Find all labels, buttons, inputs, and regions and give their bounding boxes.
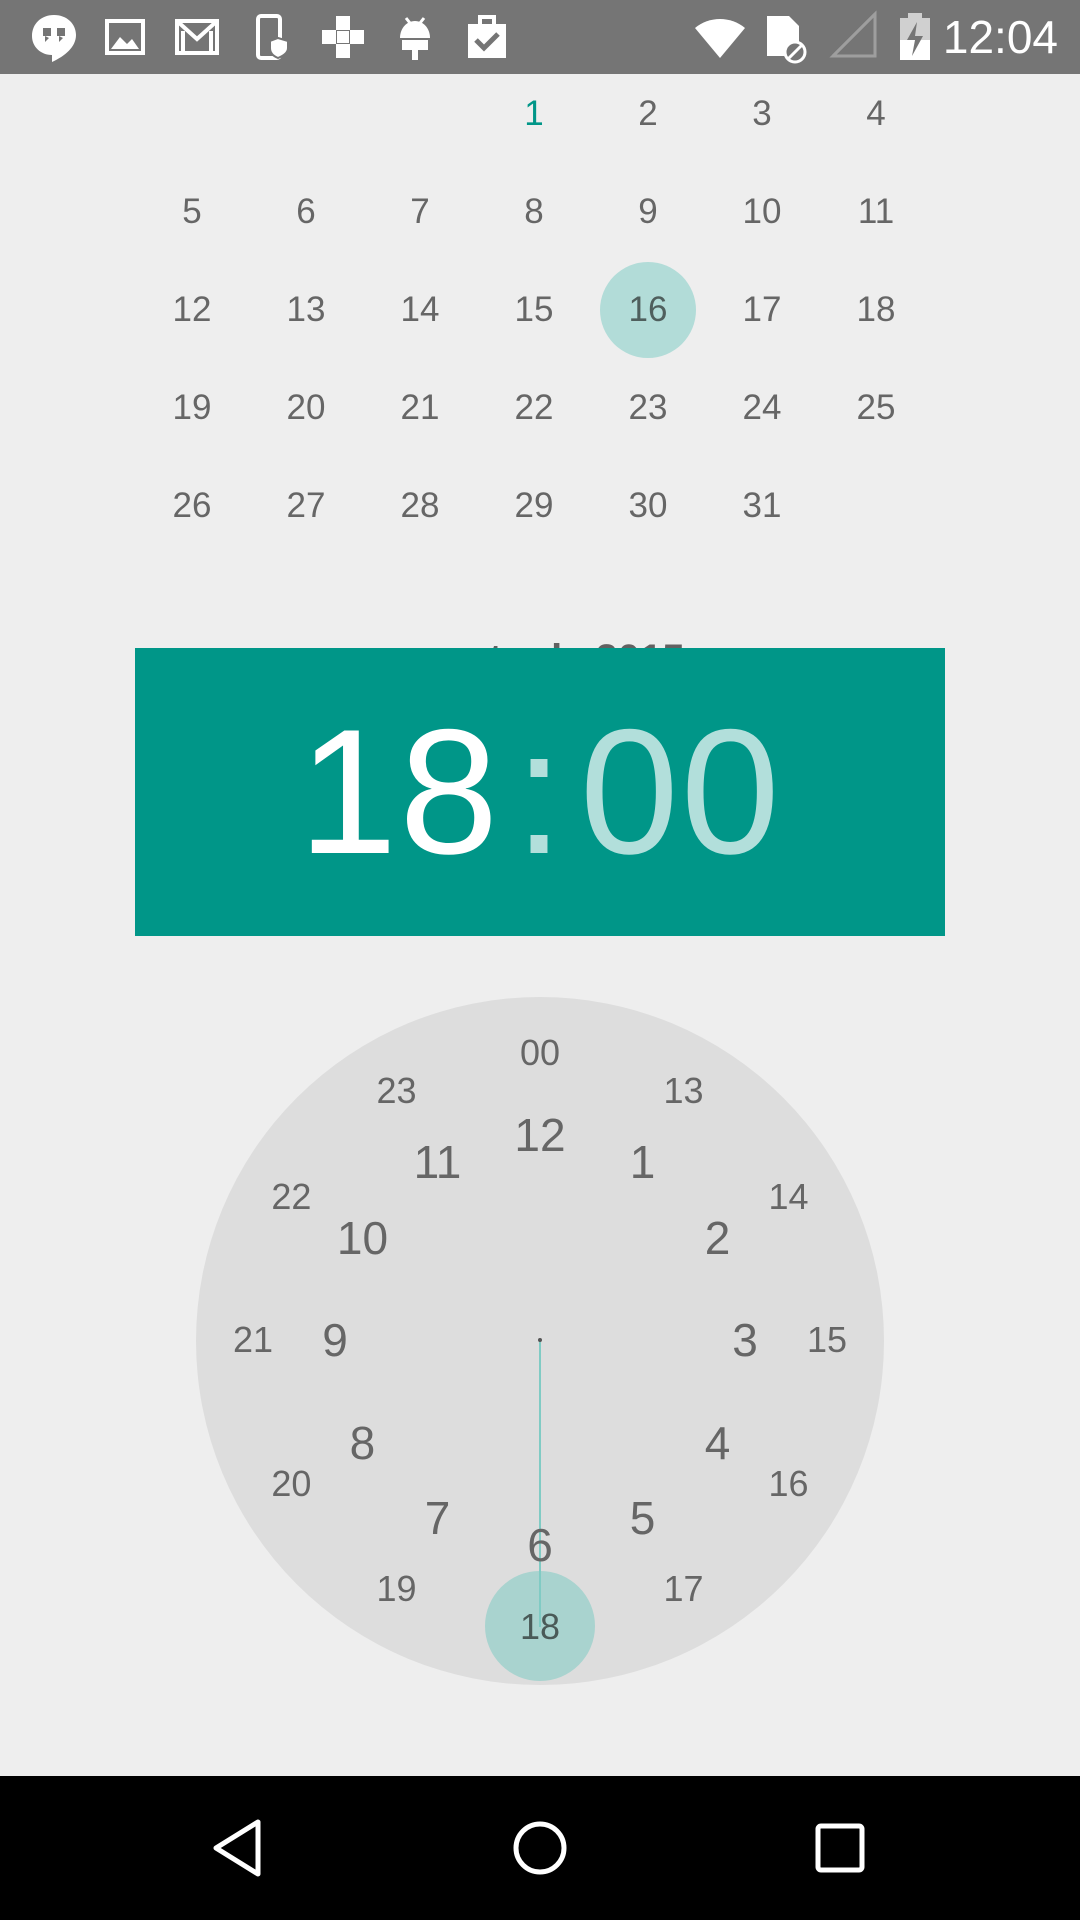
clock-hour-23[interactable]: 23 (352, 1061, 442, 1121)
calendar-day-23[interactable]: 23 (600, 360, 696, 456)
calendar-day-11[interactable]: 11 (828, 164, 924, 260)
calendar-day-18[interactable]: 18 (828, 262, 924, 358)
clock-hour-15[interactable]: 15 (782, 1310, 872, 1370)
status-time: 12:04 (942, 11, 1058, 63)
clock-hour-14[interactable]: 14 (744, 1167, 834, 1227)
clock-hour-6[interactable]: 6 (495, 1515, 585, 1575)
clock-center (538, 1338, 542, 1342)
calendar-day-8[interactable]: 8 (486, 164, 582, 260)
calendar-day-7[interactable]: 7 (372, 164, 468, 260)
navigation-bar (0, 1776, 1080, 1920)
calendar-day-2[interactable]: 2 (600, 66, 696, 162)
wifi-icon (693, 10, 747, 64)
gmail-icon (170, 10, 224, 64)
calendar-day-14[interactable]: 14 (372, 262, 468, 358)
clock-hand (539, 1340, 541, 1627)
calendar-day-31[interactable]: 31 (714, 458, 810, 554)
clipboard-check-icon (460, 10, 514, 64)
calendar-day-16[interactable]: 16 (600, 262, 696, 358)
status-bar: 12:04 (0, 0, 1080, 74)
calendar-day-24[interactable]: 24 (714, 360, 810, 456)
no-signal-icon (827, 10, 881, 64)
clock-hour-22[interactable]: 22 (246, 1167, 336, 1227)
calendar-day-1[interactable]: 1 (486, 66, 582, 162)
calendar-day-13[interactable]: 13 (258, 262, 354, 358)
clock-hour-12[interactable]: 12 (495, 1105, 585, 1165)
clock-hour-18[interactable]: 18 (495, 1597, 585, 1657)
calendar-day-22[interactable]: 22 (486, 360, 582, 456)
calendar-day-12[interactable]: 12 (144, 262, 240, 358)
calendar-day-4[interactable]: 4 (828, 66, 924, 162)
calendar-day-17[interactable]: 17 (714, 262, 810, 358)
calendar-day-30[interactable]: 30 (600, 458, 696, 554)
hangouts-icon (27, 10, 81, 64)
clock-hour-1[interactable]: 1 (598, 1132, 688, 1192)
back-icon[interactable] (200, 1808, 280, 1888)
calendar-day-6[interactable]: 6 (258, 164, 354, 260)
clock-hour-5[interactable]: 5 (598, 1488, 688, 1548)
calendar-day-5[interactable]: 5 (144, 164, 240, 260)
calendar-day-27[interactable]: 27 (258, 458, 354, 554)
android-debug-icon (388, 10, 442, 64)
time-header: 18 : 00 (135, 648, 945, 936)
sim-blocked-icon (757, 10, 811, 64)
calendar-day-26[interactable]: 26 (144, 458, 240, 554)
battery-charging-icon (888, 10, 942, 64)
calendar-day-21[interactable]: 21 (372, 360, 468, 456)
calendar-day-29[interactable]: 29 (486, 458, 582, 554)
calendar-day-9[interactable]: 9 (600, 164, 696, 260)
calendar-day-25[interactable]: 25 (828, 360, 924, 456)
clock-hour-7[interactable]: 7 (393, 1488, 483, 1548)
health-cross-icon (316, 10, 370, 64)
calendar-month: 1 2 3 4 5 6 7 8 9 10 11 12 13 14 15 16 17 18 19 20 21 22 23 24 2… (0, 74, 1080, 681)
device-security-icon (244, 10, 298, 64)
clock-hour-16[interactable]: 16 (744, 1454, 834, 1514)
time-hours[interactable]: 18 (298, 703, 500, 881)
clock-hour-21[interactable]: 21 (208, 1310, 298, 1370)
recents-icon[interactable] (800, 1808, 880, 1888)
clock-hour-00[interactable]: 00 (495, 1023, 585, 1083)
clock-hour-13[interactable]: 13 (639, 1061, 729, 1121)
clock-hour-3[interactable]: 3 (700, 1310, 790, 1370)
time-separator: : (514, 692, 566, 891)
calendar-day-15[interactable]: 15 (486, 262, 582, 358)
clock-hour-20[interactable]: 20 (246, 1454, 336, 1514)
clock-hour-9[interactable]: 9 (290, 1310, 380, 1370)
clock-hour-17[interactable]: 17 (639, 1559, 729, 1619)
clock-hour-19[interactable]: 19 (352, 1559, 442, 1619)
home-icon[interactable] (500, 1808, 580, 1888)
calendar-day-10[interactable]: 10 (714, 164, 810, 260)
calendar-day-3[interactable]: 3 (714, 66, 810, 162)
calendar-day-19[interactable]: 19 (144, 360, 240, 456)
time-minutes[interactable]: 00 (580, 703, 782, 881)
calendar-day-20[interactable]: 20 (258, 360, 354, 456)
calendar-day-28[interactable]: 28 (372, 458, 468, 554)
clock-hour-11[interactable]: 11 (393, 1132, 483, 1192)
gallery-icon (98, 10, 152, 64)
